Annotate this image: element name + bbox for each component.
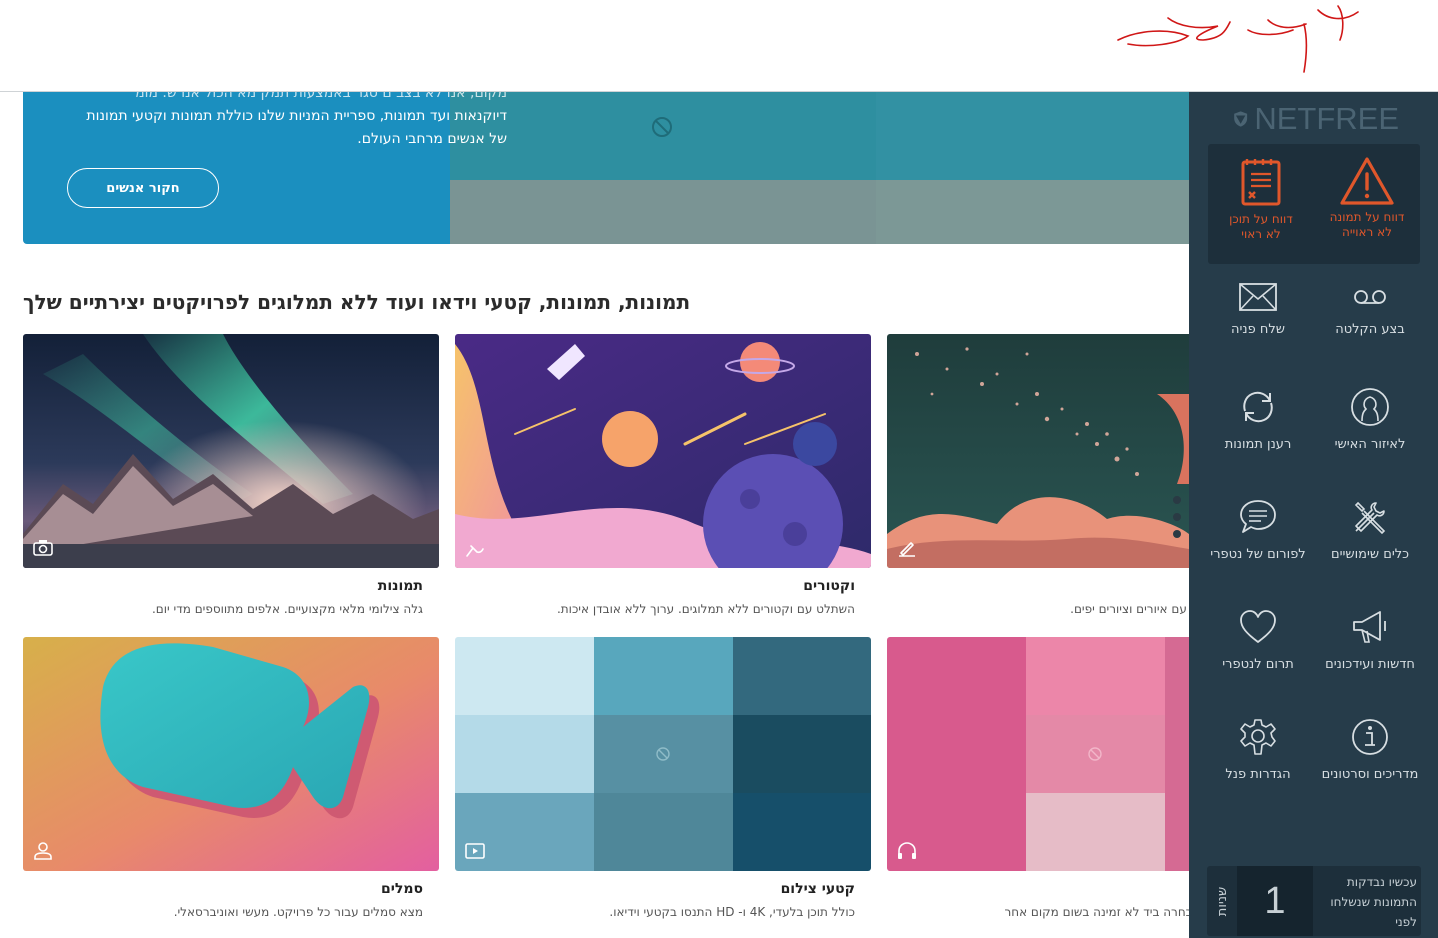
megaphone-icon [1353,611,1386,643]
info-icon [1352,719,1388,755]
netfree-logo: NETFREE [1233,101,1399,136]
guides-button[interactable]: מדריכים וסרטונים [1314,717,1426,821]
send-request-button[interactable]: שלח פניה [1202,282,1314,386]
heart-icon [1240,610,1276,643]
video-icon [465,843,485,859]
donate-button[interactable]: תרום לנטפרי [1202,607,1314,711]
report-image-label: דווח על תמונה לא ראוייה [1329,210,1405,239]
status-unit: שניות [1215,886,1231,916]
pen-nib-icon [466,545,484,557]
card-title[interactable]: קטעי צילום [471,881,855,897]
blocked-image-icon [652,117,672,137]
more-options-icon[interactable] [1170,492,1184,542]
card-thumbnail[interactable] [23,637,439,871]
tile-label: לפורום של נטפרי [1210,547,1306,562]
hero-image-tile [876,92,1189,180]
tools-icon [1354,501,1386,535]
forum-button[interactable]: לפורום של נטפרי [1202,497,1314,601]
hero-text-line: דיוקנאות ועד תמונות, ספריית המניות שלנו … [86,108,507,124]
card-title[interactable]: סמלים [39,881,423,897]
person-icon [34,842,52,860]
brand-name: NETFREE [1254,101,1399,136]
refresh-images-button[interactable]: רענן תמונות [1202,387,1314,491]
card-thumbnail[interactable] [455,637,871,871]
explore-people-button[interactable]: חקור אנשים [67,168,219,208]
tile-label: רענן תמונות [1224,437,1292,452]
tile-label: שלח פניה [1231,322,1285,337]
personal-area-button[interactable]: לאיזור האישי [1314,387,1426,491]
record-button[interactable]: בצע הקלטה [1314,282,1426,386]
tile-label: בצע הקלטה [1335,322,1405,337]
envelope-icon [1239,283,1277,311]
refresh-icon [1243,391,1273,423]
tile-label: חדשות ועידכונים [1325,657,1415,672]
report-image-button[interactable]: דווח על תמונה לא ראוייה [1314,156,1420,264]
card-description: השתלט עם וקטורים ללא תמלוגים. ערוך ללא א… [556,602,855,616]
category-card-icons[interactable]: סמלים מצא סמלים עבור כל פרויקט. מעשי ואו… [23,637,439,937]
brush-icon [899,542,915,557]
cassette-icon [1354,290,1386,304]
category-card-vectors[interactable]: וקטורים השתלט עם וקטורים ללא תמלוגים. ער… [455,334,871,634]
netfree-panel: NETFREE דווח על תוכן לא ראוי דווח על תמו… [1189,92,1438,938]
report-content-button[interactable]: דווח על תוכן לא ראוי [1208,156,1314,264]
tile-label: הגדרות פנל [1225,767,1291,782]
hero-description: מקום, אנו לא בצב ם סגר באמצעות תמק מא הכ… [67,92,507,151]
warning-icon [1340,157,1394,205]
check-status: עכשיו נבדקות התמונות שנשלחו לפני 1 שניות [1207,866,1421,936]
report-content-label: דווח על תוכן לא ראוי [1229,212,1293,241]
news-button[interactable]: חדשות ועידכונים [1314,607,1426,711]
card-description: מצא סמלים עבור כל פרויקט. מעשי ואוניברסא… [173,905,423,919]
shield-icon [1234,111,1248,127]
hero-text-line: של אנשים מרחבי העולם. [357,131,507,147]
hero-image-tile [450,180,876,244]
tile-label: כלים שימושיים [1330,547,1410,562]
gear-icon [1240,719,1276,755]
panel-settings-button[interactable]: הגדרות פנל [1202,717,1314,821]
card-thumbnail[interactable] [23,334,439,568]
status-text: עכשיו נבדקות התמונות שנשלחו לפני [1330,875,1417,929]
tile-label: מדריכים וסרטונים [1321,767,1419,782]
hero-text-line: מקום, אנו לא בצב ם סגר באמצעות תמק מא הכ… [135,92,507,101]
card-thumbnail[interactable] [455,334,871,568]
category-card-photos[interactable]: תמונות גלה צילומי מלאי מקצועיים. אלפים מ… [23,334,439,634]
document-icon [1241,159,1281,206]
headphones-icon [898,842,916,859]
hero-image-tile [876,180,1189,244]
status-count: 1 [1237,866,1313,936]
tools-button[interactable]: כלים שימושיים [1314,497,1426,601]
report-box: דווח על תוכן לא ראוי דווח על תמונה לא רא… [1208,144,1420,264]
top-bar [0,0,1438,92]
category-card-footage[interactable]: קטעי צילום כולל תוכן בלעדי, 4K ו- HD התנ… [455,637,871,937]
tile-label: לאיזור האישי [1334,437,1406,452]
chat-icon [1240,500,1276,533]
tile-label: תרום לנטפרי [1222,657,1294,672]
camera-icon [33,540,53,556]
card-description: כולל תוכן בלעדי, 4K ו- HD התנסו בקטעי וי… [609,905,855,919]
handwritten-signature [1117,5,1359,73]
card-title[interactable]: וקטורים [471,578,855,594]
section-title: תמונות, תמונות, קטעי וידאו ועוד ללא תמלו… [23,290,691,314]
card-description: גלה צילומי מלאי מקצועיים. אלפים מתווספים… [151,602,423,616]
hero-banner: מקום, אנו לא בצב ם סגר באמצעות תמק מא הכ… [23,92,1189,244]
card-title[interactable]: תמונות [39,578,423,594]
user-circle-icon [1351,388,1389,426]
